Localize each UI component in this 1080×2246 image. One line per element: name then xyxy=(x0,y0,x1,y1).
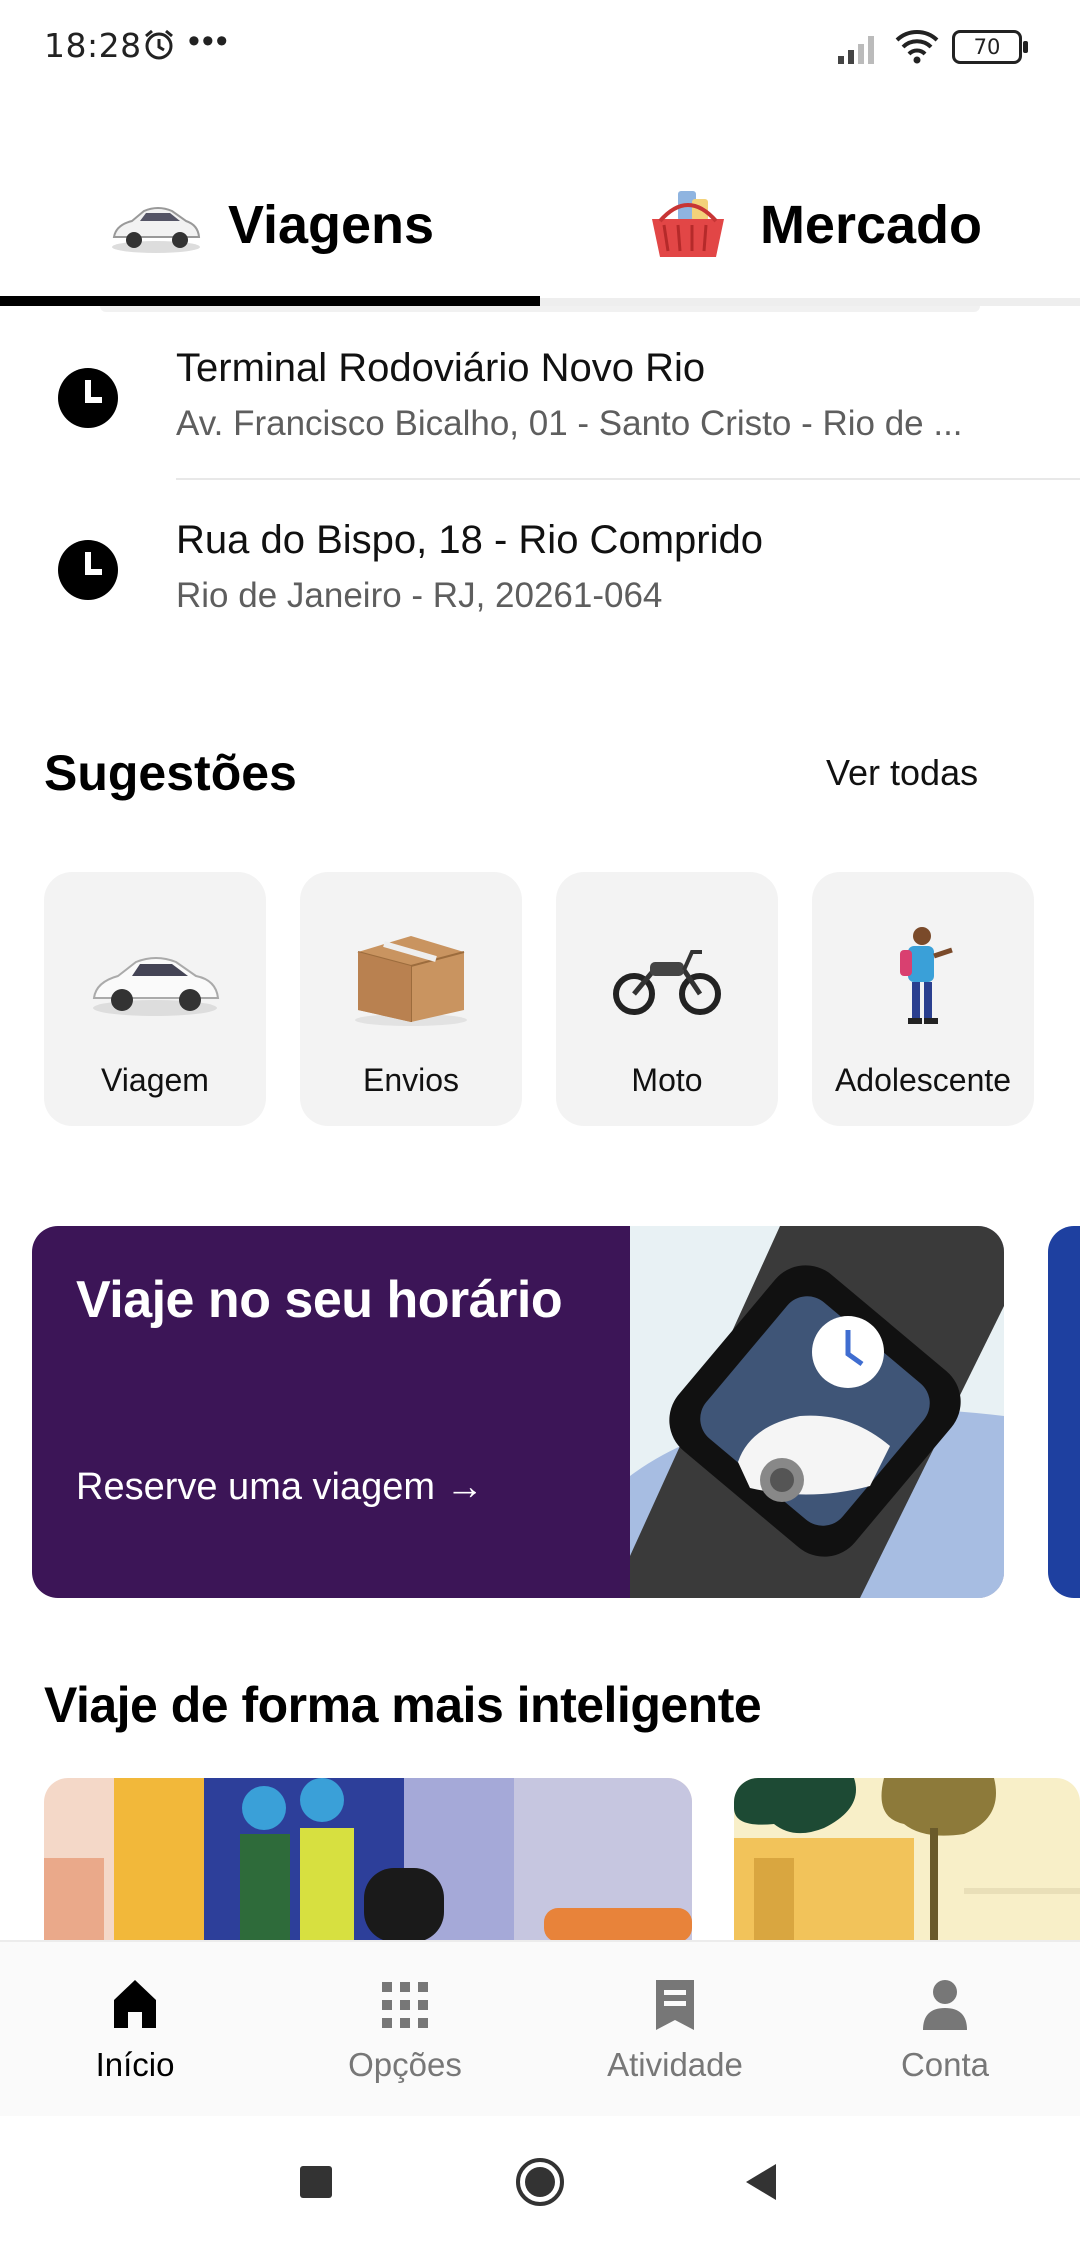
recent-location-item[interactable]: Rua do Bispo, 18 - Rio Comprido Rio de J… xyxy=(0,490,1080,662)
nav-label: Início xyxy=(95,2046,175,2083)
tab-label: Viagens xyxy=(227,195,435,255)
nav-inicio[interactable]: Início xyxy=(0,1942,270,2118)
recent-location-title: Rua do Bispo, 18 - Rio Comprido xyxy=(176,518,763,562)
more-notifications-icon: ••• xyxy=(188,22,230,60)
teen-icon xyxy=(900,927,953,1024)
nav-label: Opções xyxy=(348,2046,462,2083)
battery-icon: 70 xyxy=(952,30,1028,64)
nav-label: Atividade xyxy=(607,2046,743,2083)
watch-car-illustration xyxy=(630,1226,1004,1598)
promo-card[interactable] xyxy=(734,1778,1080,1942)
tab-mercado[interactable]: Mercado xyxy=(540,150,1080,300)
clock-icon xyxy=(58,540,118,600)
home-button-icon[interactable] xyxy=(514,2156,566,2208)
clock-icon xyxy=(58,368,118,428)
alarm-icon xyxy=(145,29,173,60)
bottom-navigation: Início Opções Atividade Conta xyxy=(0,1940,1080,2116)
search-bar-edge xyxy=(100,306,980,312)
service-tabs: Viagens Mercado xyxy=(0,150,1080,308)
schedule-ride-banner[interactable]: Viaje no seu horário Reserve uma viagem … xyxy=(32,1226,1004,1598)
system-navigation-bar xyxy=(0,2116,1080,2246)
see-all-link[interactable]: Ver todas xyxy=(826,752,978,794)
nav-opcoes[interactable]: Opções xyxy=(270,1942,540,2118)
tree-illustration xyxy=(734,1778,1080,1942)
suggestions-heading: Sugestões xyxy=(44,745,297,801)
grid-icon xyxy=(382,1982,428,2028)
recent-location-subtitle: Rio de Janeiro - RJ, 20261-064 xyxy=(176,576,663,615)
suggestion-label: Envios xyxy=(362,1062,460,1098)
nav-label: Conta xyxy=(900,2046,990,2083)
suggestions-row: Viagem Envios Moto Adolescente xyxy=(44,872,1080,1126)
suggestion-card-adolescente[interactable]: Adolescente xyxy=(812,872,1034,1126)
car-icon xyxy=(111,207,201,253)
moto-riders-illustration xyxy=(44,1778,692,1942)
person-icon xyxy=(923,1980,967,2030)
home-icon xyxy=(114,1980,156,2028)
suggestion-label: Adolescente xyxy=(834,1062,1012,1098)
next-banner-peek[interactable] xyxy=(1048,1226,1080,1598)
divider xyxy=(176,478,1080,480)
smart-travel-heading: Viaje de forma mais inteligente xyxy=(44,1677,762,1733)
signal-icon xyxy=(838,36,874,64)
wifi-icon xyxy=(895,30,939,64)
nav-atividade[interactable]: Atividade xyxy=(540,1942,810,2118)
motorcycle-icon xyxy=(613,950,721,1015)
active-tab-indicator xyxy=(0,296,540,306)
receipt-icon xyxy=(656,1980,694,2030)
suggestion-card-moto[interactable]: Moto xyxy=(556,872,778,1126)
tab-label: Mercado xyxy=(759,195,983,255)
tab-divider xyxy=(540,298,1080,306)
suggestion-label: Viagem xyxy=(101,1062,209,1098)
recent-location-subtitle: Av. Francisco Bicalho, 01 - Santo Cristo… xyxy=(176,404,963,443)
status-bar: 18:28 ••• 70 xyxy=(0,0,1080,96)
suggestion-label: Moto xyxy=(631,1062,703,1098)
status-time: 18:28 xyxy=(44,26,142,65)
recent-locations: Terminal Rodoviário Novo Rio Av. Francis… xyxy=(0,318,1080,662)
recents-icon[interactable] xyxy=(294,2160,338,2204)
tab-viagens[interactable]: Viagens xyxy=(0,150,540,300)
recent-location-item[interactable]: Terminal Rodoviário Novo Rio Av. Francis… xyxy=(0,318,1080,490)
recent-location-title: Terminal Rodoviário Novo Rio xyxy=(176,346,706,390)
reserve-ride-link[interactable]: Reserve uma viagem → xyxy=(76,1466,484,1509)
nav-conta[interactable]: Conta xyxy=(810,1942,1080,2118)
promo-card[interactable] xyxy=(44,1778,692,1942)
back-icon[interactable] xyxy=(740,2160,784,2204)
package-icon xyxy=(355,936,467,1026)
banner-title: Viaje no seu horário xyxy=(76,1271,563,1329)
car-icon xyxy=(92,957,220,1016)
grocery-basket-icon xyxy=(651,191,724,257)
suggestion-card-viagem[interactable]: Viagem xyxy=(44,872,266,1126)
suggestion-card-envios[interactable]: Envios xyxy=(300,872,522,1126)
